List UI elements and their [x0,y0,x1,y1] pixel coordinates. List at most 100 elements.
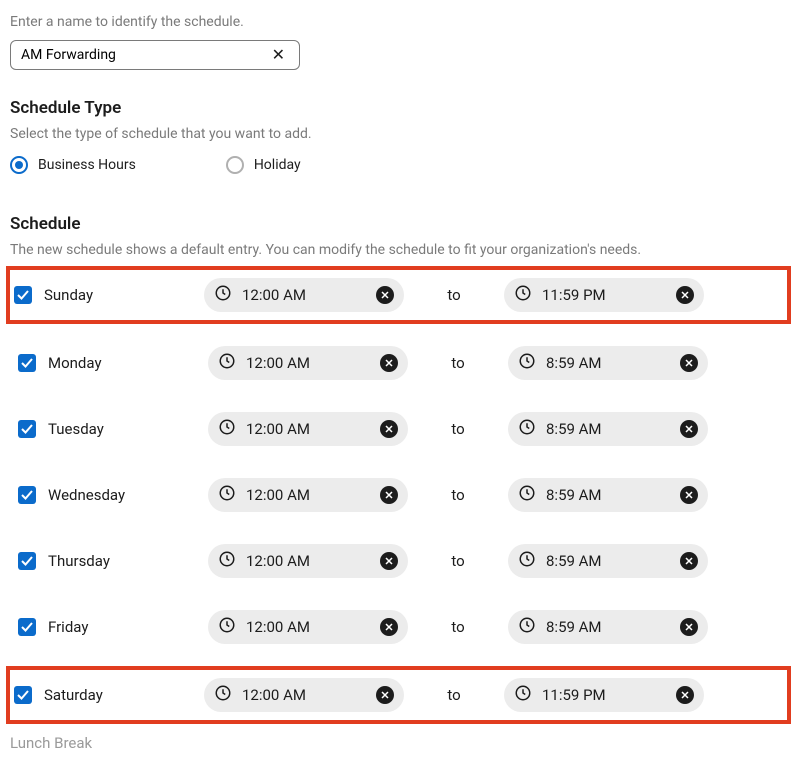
end-time-text: 8:59 AM [546,618,670,636]
day-row: Sunday 12:00 AM to 11:59 PM [6,266,791,324]
clear-end-time-icon[interactable] [680,552,698,570]
schedule-help: The new schedule shows a default entry. … [10,242,787,258]
clear-start-time-icon[interactable] [376,686,394,704]
end-time-text: 11:59 PM [542,686,666,704]
start-time-input[interactable]: 12:00 AM [204,278,404,312]
day-row: Saturday 12:00 AM to 11:59 PM [6,666,791,724]
day-checkbox[interactable] [18,552,36,570]
day-checkbox[interactable] [14,686,32,704]
to-label: to [404,686,504,704]
end-time-input[interactable]: 8:59 AM [508,544,708,578]
day-row: Monday 12:00 AM to 8:59 AM [10,340,787,386]
end-time-text: 8:59 AM [546,420,670,438]
radio-icon [226,156,244,174]
to-label: to [408,420,508,438]
start-time-input[interactable]: 12:00 AM [208,610,408,644]
clear-start-time-icon[interactable] [380,420,398,438]
radio-label: Holiday [254,157,301,173]
schedule-type-help: Select the type of schedule that you wan… [10,126,787,142]
end-time-text: 8:59 AM [546,486,670,504]
start-time-text: 12:00 AM [242,286,366,304]
day-name-label: Saturday [44,686,204,704]
start-time-text: 12:00 AM [246,420,370,438]
day-checkbox[interactable] [18,354,36,372]
day-row: Friday12:00 AMto8:59 AM [10,604,787,650]
day-name-label: Tuesday [48,420,208,438]
day-name-label: Sunday [44,286,204,304]
clock-icon [518,418,536,440]
radio-holiday[interactable]: Holiday [226,156,301,174]
clear-start-time-icon[interactable] [380,354,398,372]
clock-icon [218,352,236,374]
schedule-type-title: Schedule Type [10,98,787,118]
start-time-text: 12:00 AM [246,618,370,636]
schedule-rows-container: Sunday 12:00 AM to 11:59 PM Monday 12:00 AM to… [10,270,787,720]
start-time-input[interactable]: 12:00 AM [208,346,408,380]
clock-icon [518,484,536,506]
clock-icon [218,550,236,572]
day-checkbox[interactable] [18,486,36,504]
end-time-text: 8:59 AM [546,552,670,570]
clock-icon [218,616,236,638]
end-time-input[interactable]: 11:59 PM [504,678,704,712]
end-time-text: 11:59 PM [542,286,666,304]
end-time-input[interactable]: 8:59 AM [508,412,708,446]
clock-icon [218,418,236,440]
clock-icon [518,616,536,638]
lunch-break-label: Lunch Break [10,734,787,752]
radio-icon [10,156,28,174]
clear-end-time-icon[interactable] [680,420,698,438]
end-time-text: 8:59 AM [546,354,670,372]
day-checkbox[interactable] [18,420,36,438]
schedule-type-radio-group: Business Hours Holiday [10,156,787,174]
end-time-input[interactable]: 8:59 AM [508,346,708,380]
start-time-text: 12:00 AM [246,486,370,504]
day-checkbox[interactable] [14,286,32,304]
end-time-input[interactable]: 11:59 PM [504,278,704,312]
clock-icon [514,284,532,306]
clock-icon [214,684,232,706]
to-label: to [408,486,508,504]
end-time-input[interactable]: 8:59 AM [508,610,708,644]
schedule-title: Schedule [10,214,787,234]
clear-start-time-icon[interactable] [380,552,398,570]
start-time-text: 12:00 AM [246,354,370,372]
start-time-input[interactable]: 12:00 AM [208,478,408,512]
to-label: to [404,286,504,304]
day-row: Wednesday 12:00 AM to 8:59 AM [10,472,787,518]
clear-start-time-icon[interactable] [380,618,398,636]
clock-icon [518,352,536,374]
day-checkbox[interactable] [18,618,36,636]
clear-end-time-icon[interactable] [676,686,694,704]
day-row: Tuesday 12:00 AM to 8:59 AM [10,406,787,452]
start-time-text: 12:00 AM [246,552,370,570]
clear-start-time-icon[interactable] [376,286,394,304]
clear-start-time-icon[interactable] [380,486,398,504]
radio-label: Business Hours [38,157,136,173]
start-time-text: 12:00 AM [242,686,366,704]
end-time-input[interactable]: 8:59 AM [508,478,708,512]
clock-icon [218,484,236,506]
clear-name-icon[interactable]: ✕ [268,47,289,63]
day-row: Thursday 12:00 AM to 8:59 AM [10,538,787,584]
day-name-label: Monday [48,354,208,372]
day-name-label: Thursday [48,552,208,570]
clear-end-time-icon[interactable] [680,354,698,372]
clock-icon [518,550,536,572]
clear-end-time-icon[interactable] [680,618,698,636]
clock-icon [214,284,232,306]
clear-end-time-icon[interactable] [680,486,698,504]
day-name-label: Wednesday [48,486,208,504]
clock-icon [514,684,532,706]
clear-end-time-icon[interactable] [676,286,694,304]
start-time-input[interactable]: 12:00 AM [208,412,408,446]
schedule-name-input-wrap[interactable]: ✕ [10,40,300,70]
to-label: to [408,618,508,636]
start-time-input[interactable]: 12:00 AM [208,544,408,578]
to-label: to [408,354,508,372]
name-help-text: Enter a name to identify the schedule. [10,14,787,30]
start-time-input[interactable]: 12:00 AM [204,678,404,712]
schedule-name-input[interactable] [21,47,268,63]
radio-business-hours[interactable]: Business Hours [10,156,136,174]
to-label: to [408,552,508,570]
